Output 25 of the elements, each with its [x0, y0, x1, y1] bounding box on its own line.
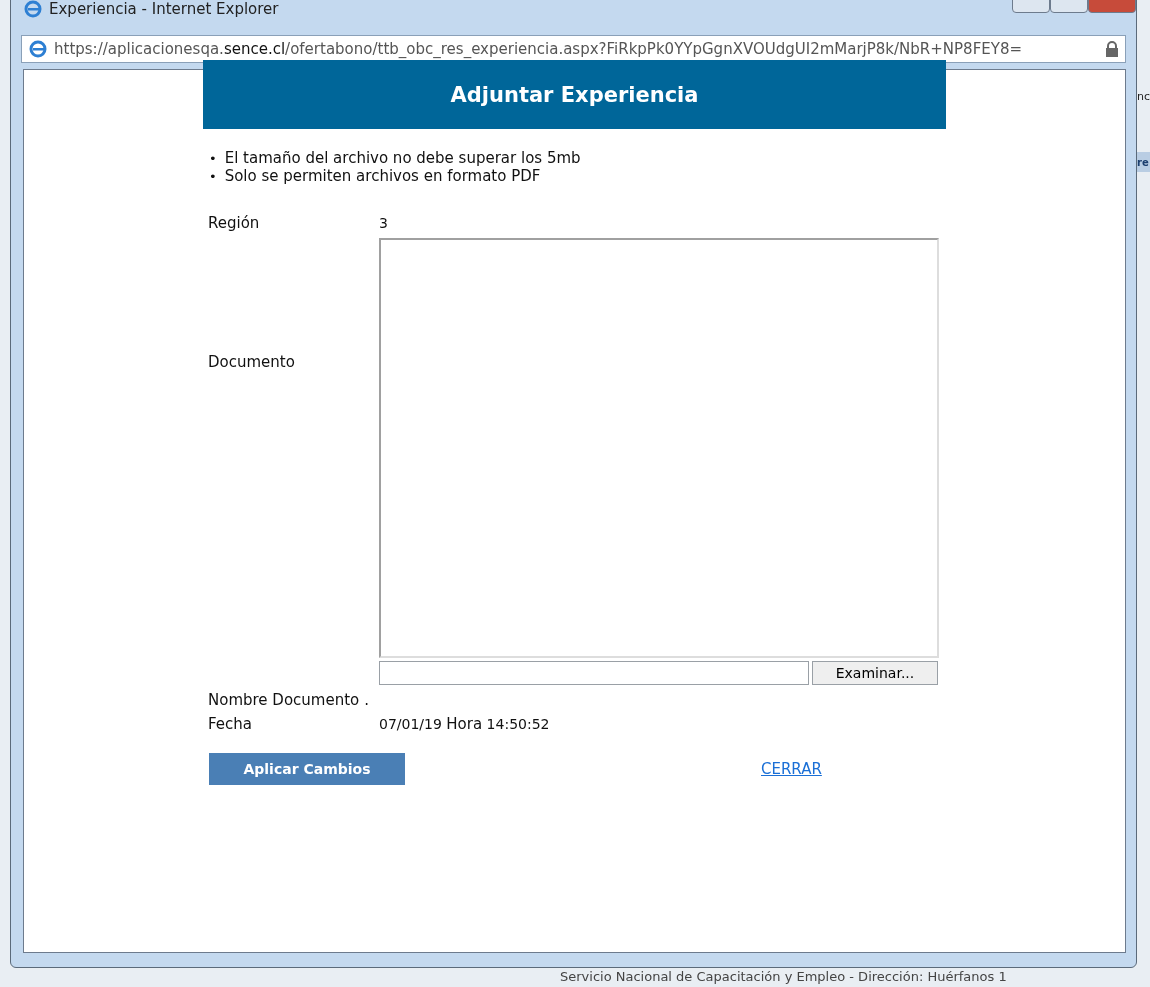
field-label: Documento [208, 352, 296, 371]
close-link[interactable]: CERRAR [761, 760, 822, 778]
field-value: . [364, 691, 370, 709]
list-bullet: • [209, 169, 217, 184]
footer-text: Servicio Nacional de Capacitación y Empleo - Dirección: Huérfanos 1 [560, 969, 1007, 984]
field-label: Región [208, 214, 261, 232]
window-title: Experiencia - Internet Explorer [49, 0, 279, 18]
field-value: 07/01/19 Hora 14:50:52 [379, 715, 551, 733]
browser-logo-icon [28, 39, 48, 59]
browser-logo-icon [23, 0, 43, 19]
page-heading: Adjuntar Experiencia [203, 60, 946, 129]
note-item: El tamaño del archivo no debe superar los 5mb [224, 149, 581, 167]
file-path-field[interactable] [379, 661, 809, 685]
lock-icon [1105, 41, 1119, 57]
background-text: re [1137, 152, 1150, 172]
field-label: Nombre Documento [208, 691, 360, 709]
apply-button[interactable]: Aplicar Cambios [209, 753, 405, 785]
background-text: nc [1137, 90, 1150, 103]
address-bar[interactable]: https://aplicacionesqa.sence.cl/ofertabono/ttb_obc_res_experiencia.aspx?FiRkpPk0YYpGgnXVOUdgUI2mMarjP8k/NbR+NP8FEY8= [21, 35, 1126, 63]
list-bullet: • [209, 151, 217, 166]
browse-button[interactable]: Examinar... [812, 661, 938, 685]
field-value: 3 [379, 215, 389, 231]
field-label: Fecha [208, 715, 253, 733]
url-text: https://aplicacionesqa.sence.cl/ofertabono/ttb_obc_res_experiencia.aspx?FiRkpPk0YYpGgnXVOUdgUI2mMarjP8k/NbR+NP8FEY8= [54, 40, 1023, 58]
note-item: Solo se permiten archivos en formato PDF [224, 167, 541, 185]
